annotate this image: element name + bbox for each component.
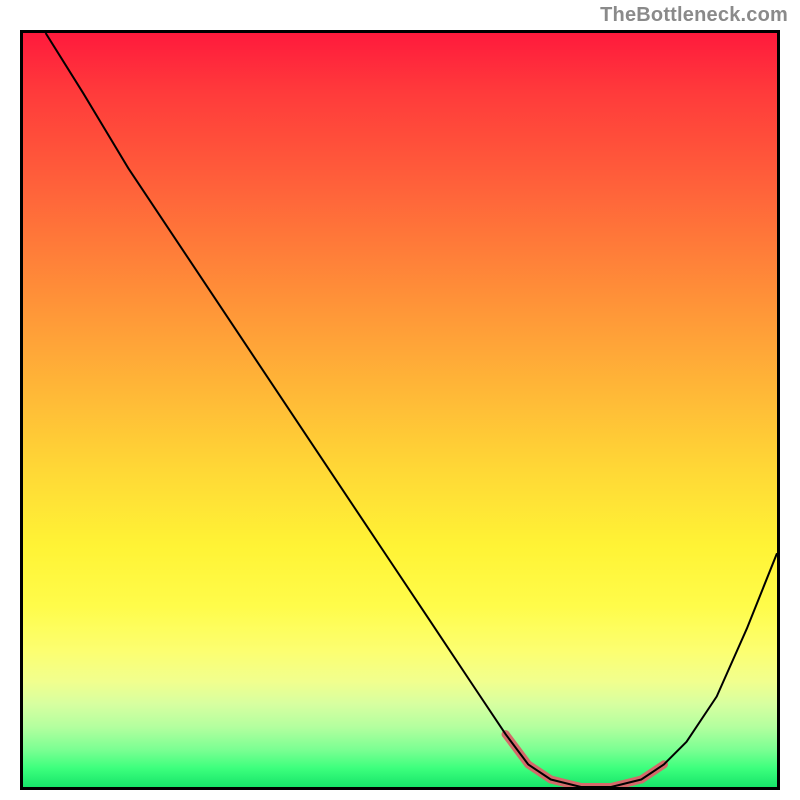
plot-area xyxy=(20,30,780,790)
bottleneck-curve-path xyxy=(46,33,777,787)
chart-container: TheBottleneck.com xyxy=(0,0,800,800)
attribution-text: TheBottleneck.com xyxy=(600,4,788,27)
chart-overlay xyxy=(23,33,777,787)
